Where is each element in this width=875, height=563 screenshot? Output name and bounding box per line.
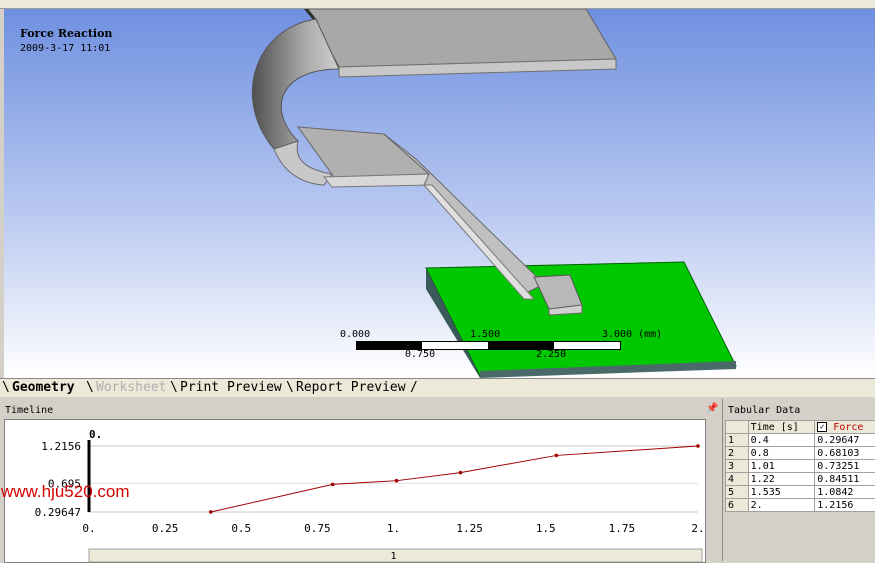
model-view xyxy=(4,9,875,378)
series-line xyxy=(211,446,698,512)
cell-time[interactable]: 0.8 xyxy=(748,447,815,460)
tab-geometry[interactable]: Geometry xyxy=(12,380,75,395)
timeline-footer-label: 1 xyxy=(390,551,396,562)
table-row[interactable]: 10.40.29647 xyxy=(726,434,875,447)
cell-force[interactable]: 0.68103 xyxy=(815,447,875,460)
watermark: www.hju520.com xyxy=(1,482,130,502)
cell-force[interactable]: 1.2156 xyxy=(815,499,875,512)
cell-time[interactable]: 0.4 xyxy=(748,434,815,447)
y-tick-label: 1.2156 xyxy=(41,440,81,453)
row-index[interactable]: 4 xyxy=(726,473,749,486)
scale-label-0750: 0.750 xyxy=(405,349,435,360)
x-tick-label: 2. xyxy=(691,522,704,535)
row-index[interactable]: 6 xyxy=(726,499,749,512)
data-point xyxy=(331,483,335,487)
table-row[interactable]: 62.1.2156 xyxy=(726,499,875,512)
scale-label-3000: 3.000 (mm) xyxy=(602,329,662,340)
pin-icon[interactable]: 📌 xyxy=(706,403,718,414)
row-index[interactable]: 1 xyxy=(726,434,749,447)
scale-label-2250: 2.250 xyxy=(536,349,566,360)
x-tick-label: 1.75 xyxy=(609,522,636,535)
y-tick-label: 0.29647 xyxy=(35,506,81,519)
x-tick-label: 1.5 xyxy=(536,522,556,535)
scale-label-1500: 1.500 xyxy=(470,329,500,340)
table-row[interactable]: 41.220.84511 xyxy=(726,473,875,486)
cell-time[interactable]: 1.01 xyxy=(748,460,815,473)
x-tick-label: 1. xyxy=(387,522,400,535)
pcb-board xyxy=(426,262,736,378)
table-row[interactable]: 51.5351.0842 xyxy=(726,486,875,499)
row-index[interactable]: 2 xyxy=(726,447,749,460)
header-time[interactable]: Time [s] xyxy=(748,421,815,434)
data-point xyxy=(696,444,700,448)
graphics-viewport[interactable]: Force Reaction 2009-3-17 11:01 0.000 1.5… xyxy=(4,9,875,378)
x-tick-label: 0. xyxy=(82,522,95,535)
cell-force[interactable]: 0.29647 xyxy=(815,434,875,447)
table-header-row: Time [s] ✓ Force xyxy=(726,421,875,434)
row-index[interactable]: 5 xyxy=(726,486,749,499)
view-tabs: \ Geometry \ Worksheet \ Print Preview \… xyxy=(0,378,875,397)
timeline-panel: Timeline 📌 0.1.21560.6950.296470.0.250.5… xyxy=(0,399,720,561)
result-timestamp: 2009-3-17 11:01 xyxy=(20,43,110,54)
spring-upper-plate xyxy=(304,9,616,77)
table-row[interactable]: 20.80.68103 xyxy=(726,447,875,460)
scale-label-0: 0.000 xyxy=(340,329,370,340)
tabular-title: Tabular Data xyxy=(728,405,800,416)
cell-force[interactable]: 0.84511 xyxy=(815,473,875,486)
result-title: Force Reaction xyxy=(20,27,112,40)
tab-worksheet[interactable]: Worksheet xyxy=(96,380,166,395)
header-force[interactable]: ✓ Force xyxy=(815,421,875,434)
x-tick-label: 1.25 xyxy=(456,522,483,535)
time-marker-label: 0. xyxy=(89,428,102,441)
cell-time[interactable]: 1.22 xyxy=(748,473,815,486)
x-tick-label: 0.5 xyxy=(231,522,251,535)
cell-force[interactable]: 0.73251 xyxy=(815,460,875,473)
timeline-title: Timeline xyxy=(5,405,53,416)
tab-print-preview[interactable]: Print Preview xyxy=(180,380,282,395)
data-point xyxy=(459,471,463,475)
tabular-data-table[interactable]: Time [s] ✓ Force 10.40.2964720.80.681033… xyxy=(725,420,875,512)
x-tick-label: 0.25 xyxy=(152,522,179,535)
x-tick-label: 0.75 xyxy=(304,522,331,535)
data-point xyxy=(555,454,559,458)
data-point xyxy=(395,479,399,483)
cell-time[interactable]: 2. xyxy=(748,499,815,512)
cell-time[interactable]: 1.535 xyxy=(748,486,815,499)
checkbox-checked-icon[interactable]: ✓ xyxy=(817,422,827,432)
toolbar-strip xyxy=(0,0,875,9)
data-point xyxy=(209,510,213,514)
tab-report-preview[interactable]: Report Preview xyxy=(296,380,406,395)
scale-bar xyxy=(356,341,621,350)
table-row[interactable]: 31.010.73251 xyxy=(726,460,875,473)
cell-force[interactable]: 1.0842 xyxy=(815,486,875,499)
row-index[interactable]: 3 xyxy=(726,460,749,473)
tabular-data-panel: Tabular Data Time [s] ✓ Force 10.40.2964… xyxy=(722,399,875,561)
table-corner xyxy=(726,421,749,434)
